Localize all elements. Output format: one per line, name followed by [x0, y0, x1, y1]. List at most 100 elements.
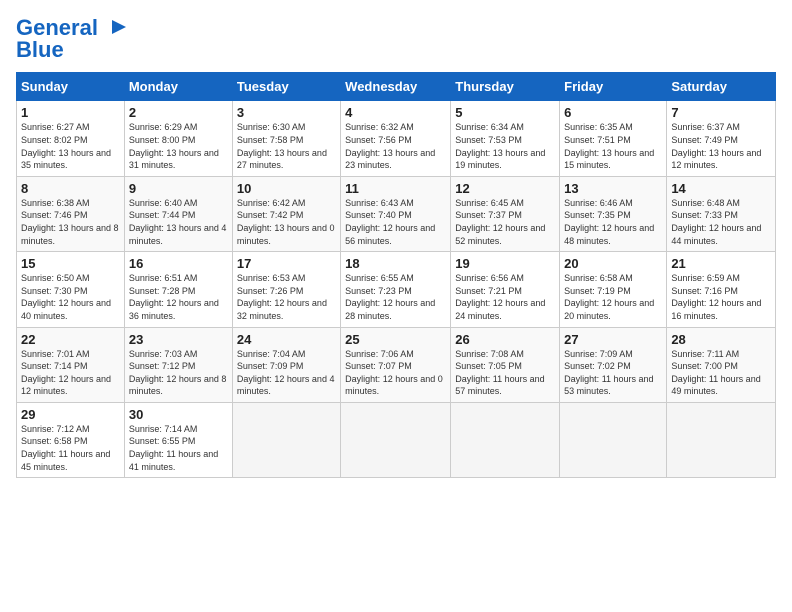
calendar-table: Sunday Monday Tuesday Wednesday Thursday… — [16, 72, 776, 478]
day-number: 17 — [237, 256, 336, 271]
col-friday: Friday — [560, 73, 667, 101]
day-number: 25 — [345, 332, 446, 347]
day-cell: 11 Sunrise: 6:43 AMSunset: 7:40 PMDaylig… — [341, 176, 451, 251]
cell-info: Sunrise: 6:37 AMSunset: 7:49 PMDaylight:… — [671, 121, 771, 171]
cell-info: Sunrise: 6:59 AMSunset: 7:16 PMDaylight:… — [671, 272, 771, 322]
day-cell: 19 Sunrise: 6:56 AMSunset: 7:21 PMDaylig… — [451, 252, 560, 327]
col-monday: Monday — [124, 73, 232, 101]
cell-info: Sunrise: 7:04 AMSunset: 7:09 PMDaylight:… — [237, 348, 336, 398]
day-cell: 27 Sunrise: 7:09 AMSunset: 7:02 PMDaylig… — [560, 327, 667, 402]
day-cell: 4 Sunrise: 6:32 AMSunset: 7:56 PMDayligh… — [341, 101, 451, 176]
cell-info: Sunrise: 6:50 AMSunset: 7:30 PMDaylight:… — [21, 272, 120, 322]
day-number: 1 — [21, 105, 120, 120]
day-number: 21 — [671, 256, 771, 271]
day-cell: 21 Sunrise: 6:59 AMSunset: 7:16 PMDaylig… — [667, 252, 776, 327]
logo-blue: Blue — [16, 38, 130, 62]
day-cell: 22 Sunrise: 7:01 AMSunset: 7:14 PMDaylig… — [17, 327, 125, 402]
day-number: 23 — [129, 332, 228, 347]
cell-info: Sunrise: 6:32 AMSunset: 7:56 PMDaylight:… — [345, 121, 446, 171]
day-cell: 1 Sunrise: 6:27 AMSunset: 8:02 PMDayligh… — [17, 101, 125, 176]
day-number: 19 — [455, 256, 555, 271]
day-number: 7 — [671, 105, 771, 120]
day-number: 12 — [455, 181, 555, 196]
cell-info: Sunrise: 6:34 AMSunset: 7:53 PMDaylight:… — [455, 121, 555, 171]
day-cell: 7 Sunrise: 6:37 AMSunset: 7:49 PMDayligh… — [667, 101, 776, 176]
day-number: 14 — [671, 181, 771, 196]
cell-info: Sunrise: 6:53 AMSunset: 7:26 PMDaylight:… — [237, 272, 336, 322]
day-number: 8 — [21, 181, 120, 196]
day-cell: 25 Sunrise: 7:06 AMSunset: 7:07 PMDaylig… — [341, 327, 451, 402]
empty-cell — [667, 402, 776, 477]
day-number: 18 — [345, 256, 446, 271]
cell-info: Sunrise: 7:11 AMSunset: 7:00 PMDaylight:… — [671, 348, 771, 398]
day-cell: 28 Sunrise: 7:11 AMSunset: 7:00 PMDaylig… — [667, 327, 776, 402]
day-number: 3 — [237, 105, 336, 120]
day-cell: 9 Sunrise: 6:40 AMSunset: 7:44 PMDayligh… — [124, 176, 232, 251]
cell-info: Sunrise: 6:45 AMSunset: 7:37 PMDaylight:… — [455, 197, 555, 247]
cell-info: Sunrise: 7:14 AMSunset: 6:55 PMDaylight:… — [129, 423, 228, 473]
header-row: Sunday Monday Tuesday Wednesday Thursday… — [17, 73, 776, 101]
col-wednesday: Wednesday — [341, 73, 451, 101]
cell-info: Sunrise: 6:29 AMSunset: 8:00 PMDaylight:… — [129, 121, 228, 171]
col-saturday: Saturday — [667, 73, 776, 101]
day-number: 27 — [564, 332, 662, 347]
day-number: 5 — [455, 105, 555, 120]
day-cell: 23 Sunrise: 7:03 AMSunset: 7:12 PMDaylig… — [124, 327, 232, 402]
day-cell: 20 Sunrise: 6:58 AMSunset: 7:19 PMDaylig… — [560, 252, 667, 327]
day-number: 11 — [345, 181, 446, 196]
logo: General Blue — [16, 16, 130, 62]
day-cell: 16 Sunrise: 6:51 AMSunset: 7:28 PMDaylig… — [124, 252, 232, 327]
col-thursday: Thursday — [451, 73, 560, 101]
week-row: 15 Sunrise: 6:50 AMSunset: 7:30 PMDaylig… — [17, 252, 776, 327]
cell-info: Sunrise: 6:40 AMSunset: 7:44 PMDaylight:… — [129, 197, 228, 247]
day-number: 24 — [237, 332, 336, 347]
day-cell: 13 Sunrise: 6:46 AMSunset: 7:35 PMDaylig… — [560, 176, 667, 251]
day-cell: 15 Sunrise: 6:50 AMSunset: 7:30 PMDaylig… — [17, 252, 125, 327]
cell-info: Sunrise: 7:06 AMSunset: 7:07 PMDaylight:… — [345, 348, 446, 398]
day-cell: 5 Sunrise: 6:34 AMSunset: 7:53 PMDayligh… — [451, 101, 560, 176]
day-number: 30 — [129, 407, 228, 422]
cell-info: Sunrise: 6:30 AMSunset: 7:58 PMDaylight:… — [237, 121, 336, 171]
cell-info: Sunrise: 7:08 AMSunset: 7:05 PMDaylight:… — [455, 348, 555, 398]
day-cell: 17 Sunrise: 6:53 AMSunset: 7:26 PMDaylig… — [232, 252, 340, 327]
day-cell: 24 Sunrise: 7:04 AMSunset: 7:09 PMDaylig… — [232, 327, 340, 402]
cell-info: Sunrise: 7:12 AMSunset: 6:58 PMDaylight:… — [21, 423, 120, 473]
day-cell: 6 Sunrise: 6:35 AMSunset: 7:51 PMDayligh… — [560, 101, 667, 176]
cell-info: Sunrise: 6:55 AMSunset: 7:23 PMDaylight:… — [345, 272, 446, 322]
week-row: 29 Sunrise: 7:12 AMSunset: 6:58 PMDaylig… — [17, 402, 776, 477]
empty-cell — [341, 402, 451, 477]
day-number: 22 — [21, 332, 120, 347]
cell-info: Sunrise: 7:01 AMSunset: 7:14 PMDaylight:… — [21, 348, 120, 398]
day-number: 10 — [237, 181, 336, 196]
empty-cell — [451, 402, 560, 477]
day-number: 26 — [455, 332, 555, 347]
cell-info: Sunrise: 6:42 AMSunset: 7:42 PMDaylight:… — [237, 197, 336, 247]
cell-info: Sunrise: 6:58 AMSunset: 7:19 PMDaylight:… — [564, 272, 662, 322]
day-number: 16 — [129, 256, 228, 271]
cell-info: Sunrise: 6:27 AMSunset: 8:02 PMDaylight:… — [21, 121, 120, 171]
day-cell: 3 Sunrise: 6:30 AMSunset: 7:58 PMDayligh… — [232, 101, 340, 176]
day-number: 6 — [564, 105, 662, 120]
cell-info: Sunrise: 7:09 AMSunset: 7:02 PMDaylight:… — [564, 348, 662, 398]
cell-info: Sunrise: 7:03 AMSunset: 7:12 PMDaylight:… — [129, 348, 228, 398]
cell-info: Sunrise: 6:56 AMSunset: 7:21 PMDaylight:… — [455, 272, 555, 322]
day-number: 20 — [564, 256, 662, 271]
day-number: 28 — [671, 332, 771, 347]
day-cell: 29 Sunrise: 7:12 AMSunset: 6:58 PMDaylig… — [17, 402, 125, 477]
day-cell: 14 Sunrise: 6:48 AMSunset: 7:33 PMDaylig… — [667, 176, 776, 251]
week-row: 8 Sunrise: 6:38 AMSunset: 7:46 PMDayligh… — [17, 176, 776, 251]
cell-info: Sunrise: 6:38 AMSunset: 7:46 PMDaylight:… — [21, 197, 120, 247]
logo-flag-icon — [108, 18, 130, 40]
day-cell: 30 Sunrise: 7:14 AMSunset: 6:55 PMDaylig… — [124, 402, 232, 477]
week-row: 22 Sunrise: 7:01 AMSunset: 7:14 PMDaylig… — [17, 327, 776, 402]
header: General Blue — [16, 16, 776, 62]
empty-cell — [232, 402, 340, 477]
day-number: 2 — [129, 105, 228, 120]
empty-cell — [560, 402, 667, 477]
col-sunday: Sunday — [17, 73, 125, 101]
day-number: 13 — [564, 181, 662, 196]
day-cell: 26 Sunrise: 7:08 AMSunset: 7:05 PMDaylig… — [451, 327, 560, 402]
cell-info: Sunrise: 6:51 AMSunset: 7:28 PMDaylight:… — [129, 272, 228, 322]
day-number: 15 — [21, 256, 120, 271]
day-number: 29 — [21, 407, 120, 422]
